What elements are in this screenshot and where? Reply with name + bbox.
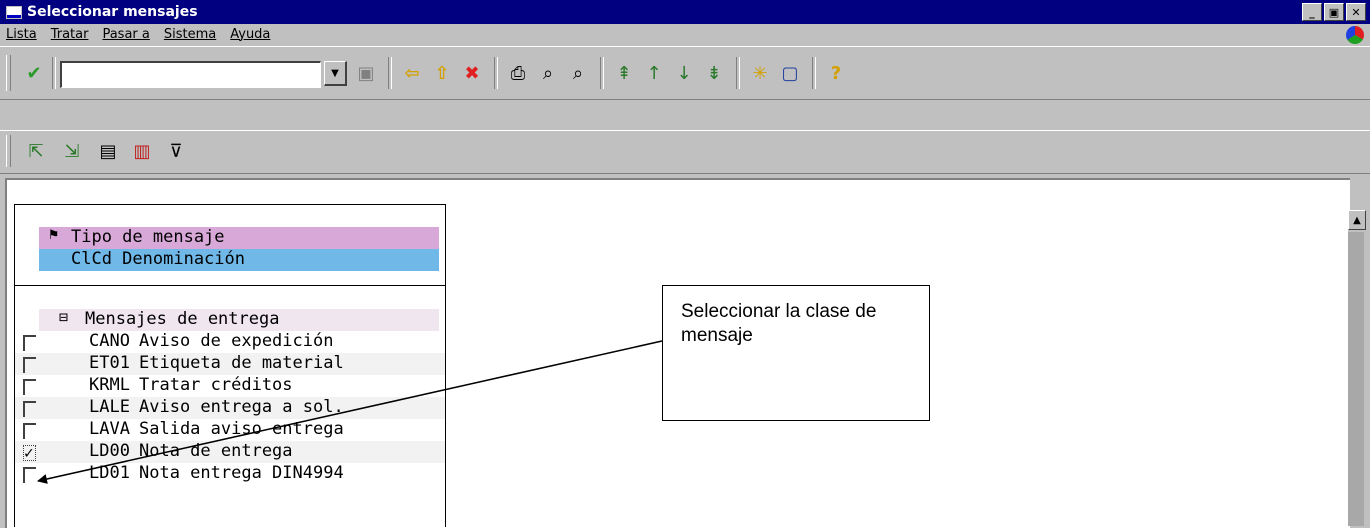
annotation-arrow <box>37 340 663 484</box>
